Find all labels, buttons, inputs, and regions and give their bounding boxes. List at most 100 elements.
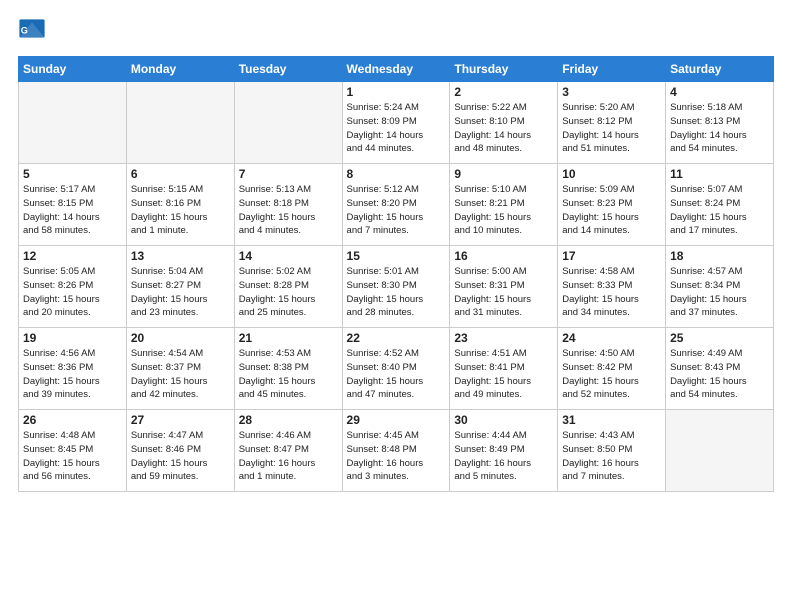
- day-info: Sunrise: 4:58 AMSunset: 8:33 PMDaylight:…: [562, 265, 661, 320]
- day-info-line: Sunset: 8:34 PM: [670, 280, 740, 291]
- calendar-cell: [126, 82, 234, 164]
- day-info-line: Sunrise: 4:57 AM: [670, 266, 742, 277]
- day-info-line: and 10 minutes.: [454, 225, 522, 236]
- day-number: 2: [454, 85, 553, 99]
- day-number: 6: [131, 167, 230, 181]
- day-info: Sunrise: 5:09 AMSunset: 8:23 PMDaylight:…: [562, 183, 661, 238]
- day-info-line: Daylight: 15 hours: [347, 212, 424, 223]
- day-info-line: and 59 minutes.: [131, 471, 199, 482]
- calendar-cell: 1Sunrise: 5:24 AMSunset: 8:09 PMDaylight…: [342, 82, 450, 164]
- calendar-cell: 22Sunrise: 4:52 AMSunset: 8:40 PMDayligh…: [342, 328, 450, 410]
- day-info-line: Sunset: 8:30 PM: [347, 280, 417, 291]
- calendar-cell: 20Sunrise: 4:54 AMSunset: 8:37 PMDayligh…: [126, 328, 234, 410]
- day-info: Sunrise: 5:12 AMSunset: 8:20 PMDaylight:…: [347, 183, 446, 238]
- day-info-line: Daylight: 15 hours: [347, 376, 424, 387]
- day-info-line: and 39 minutes.: [23, 389, 91, 400]
- day-info-line: Sunset: 8:16 PM: [131, 198, 201, 209]
- day-number: 1: [347, 85, 446, 99]
- day-info-line: Sunset: 8:12 PM: [562, 116, 632, 127]
- day-info-line: Sunset: 8:46 PM: [131, 444, 201, 455]
- day-info-line: Sunset: 8:09 PM: [347, 116, 417, 127]
- day-info-line: Daylight: 15 hours: [670, 294, 747, 305]
- day-info-line: Sunset: 8:26 PM: [23, 280, 93, 291]
- day-info-line: and 5 minutes.: [454, 471, 516, 482]
- day-info: Sunrise: 4:43 AMSunset: 8:50 PMDaylight:…: [562, 429, 661, 484]
- day-info-line: and 25 minutes.: [239, 307, 307, 318]
- day-number: 15: [347, 249, 446, 263]
- day-number: 31: [562, 413, 661, 427]
- day-info-line: Sunrise: 5:02 AM: [239, 266, 311, 277]
- day-number: 4: [670, 85, 769, 99]
- day-info-line: Sunset: 8:48 PM: [347, 444, 417, 455]
- day-info-line: Daylight: 15 hours: [23, 376, 100, 387]
- day-info-line: Sunset: 8:43 PM: [670, 362, 740, 373]
- calendar-cell: 10Sunrise: 5:09 AMSunset: 8:23 PMDayligh…: [558, 164, 666, 246]
- day-info: Sunrise: 4:45 AMSunset: 8:48 PMDaylight:…: [347, 429, 446, 484]
- day-number: 12: [23, 249, 122, 263]
- day-info: Sunrise: 5:18 AM Sunset: 8:13 PM Daylight:…: [670, 101, 769, 156]
- day-number: 3: [562, 85, 661, 99]
- day-number: 21: [239, 331, 338, 345]
- day-info-line: Sunset: 8:28 PM: [239, 280, 309, 291]
- day-info-line: Sunrise: 4:54 AM: [131, 348, 203, 359]
- day-info-line: Sunrise: 5:18 AM: [670, 102, 742, 113]
- day-info-line: Daylight: 14 hours: [562, 130, 639, 141]
- day-info-line: and 58 minutes.: [23, 225, 91, 236]
- day-number: 19: [23, 331, 122, 345]
- week-row-2: 5Sunrise: 5:17 AMSunset: 8:15 PMDaylight…: [19, 164, 774, 246]
- day-info-line: Daylight: 15 hours: [562, 212, 639, 223]
- day-info-line: Daylight: 15 hours: [239, 294, 316, 305]
- day-info-line: and 52 minutes.: [562, 389, 630, 400]
- day-info-line: Sunrise: 4:56 AM: [23, 348, 95, 359]
- day-info-line: Sunrise: 5:20 AM: [562, 102, 634, 113]
- day-info-line: Sunset: 8:13 PM: [670, 116, 740, 127]
- day-number: 8: [347, 167, 446, 181]
- day-number: 25: [670, 331, 769, 345]
- day-info: Sunrise: 4:57 AM Sunset: 8:34 PM Daylight:…: [670, 265, 769, 320]
- day-info: Sunrise: 5:02 AM Sunset: 8:28 PM Daylight:…: [239, 265, 338, 320]
- day-info: Sunrise: 5:04 AMSunset: 8:27 PMDaylight:…: [131, 265, 230, 320]
- day-info: Sunrise: 5:17 AMSunset: 8:15 PMDaylight:…: [23, 183, 122, 238]
- calendar-cell: 31 Sunrise: 4:43 AMSunset: 8:50 PMDayligh…: [558, 410, 666, 492]
- day-info-line: Daylight: 15 hours: [562, 376, 639, 387]
- day-info-line: Sunset: 8:45 PM: [23, 444, 93, 455]
- week-row-5: 26Sunrise: 4:48 AMSunset: 8:45 PMDayligh…: [19, 410, 774, 492]
- day-info-line: Sunrise: 4:45 AM: [347, 430, 419, 441]
- calendar-cell: 21 Sunrise: 4:53 AMSunset: 8:38 PMDayligh…: [234, 328, 342, 410]
- day-info: Sunrise: 4:52 AMSunset: 8:40 PMDaylight:…: [347, 347, 446, 402]
- day-info-line: Daylight: 16 hours: [562, 458, 639, 469]
- day-info-line: Sunrise: 4:53 AM: [239, 348, 311, 359]
- calendar-cell: [19, 82, 127, 164]
- day-info-line: Sunset: 8:31 PM: [454, 280, 524, 291]
- day-number: 17: [562, 249, 661, 263]
- calendar-cell: 18 Sunrise: 4:57 AM Sunset: 8:34 PM Dayligh…: [666, 246, 774, 328]
- calendar-cell: 14Sunrise: 5:02 AMSunset: 8:28 PMDayligh…: [234, 246, 342, 328]
- day-info-line: and 31 minutes.: [454, 307, 522, 318]
- calendar-cell: 5Sunrise: 5:17 AMSunset: 8:15 PMDaylight…: [19, 164, 127, 246]
- day-info-line: Daylight: 16 hours: [239, 458, 316, 469]
- day-info-line: Sunrise: 5:12 AM: [347, 184, 419, 195]
- day-info-line: and 54 minutes.: [670, 389, 738, 400]
- day-info-line: and 14 minutes.: [562, 225, 630, 236]
- day-info-line: Daylight: 15 hours: [239, 212, 316, 223]
- day-info-line: Sunrise: 5:05 AM: [23, 266, 95, 277]
- day-info-line: and 3 minutes.: [347, 471, 409, 482]
- day-info-line: and 54 minutes.: [670, 143, 738, 154]
- day-info-line: Sunset: 8:18 PM: [239, 198, 309, 209]
- day-info-line: Sunrise: 5:04 AM: [131, 266, 203, 277]
- calendar-cell: 2Sunrise: 5:22 AMSunset: 8:10 PMDaylight…: [450, 82, 558, 164]
- day-info-line: and 37 minutes.: [670, 307, 738, 318]
- day-info-line: Sunrise: 4:44 AM: [454, 430, 526, 441]
- calendar-cell: 9Sunrise: 5:10 AMSunset: 8:21 PMDaylight…: [450, 164, 558, 246]
- calendar-cell: 8 Sunrise: 5:12 AMSunset: 8:20 PMDaylight…: [342, 164, 450, 246]
- day-info-line: Daylight: 15 hours: [23, 458, 100, 469]
- calendar-cell: 26Sunrise: 4:48 AMSunset: 8:45 PMDayligh…: [19, 410, 127, 492]
- day-info: Sunrise: 4:53 AMSunset: 8:38 PMDaylight:…: [239, 347, 338, 402]
- day-info-line: Sunrise: 4:49 AM: [670, 348, 742, 359]
- day-number: 18: [670, 249, 769, 263]
- day-info-line: Daylight: 14 hours: [670, 130, 747, 141]
- day-number: 7: [239, 167, 338, 181]
- day-info-line: and 51 minutes.: [562, 143, 630, 154]
- day-info: Sunrise: 4:48 AMSunset: 8:45 PMDaylight:…: [23, 429, 122, 484]
- calendar-cell: 15Sunrise: 5:01 AMSunset: 8:30 PMDayligh…: [342, 246, 450, 328]
